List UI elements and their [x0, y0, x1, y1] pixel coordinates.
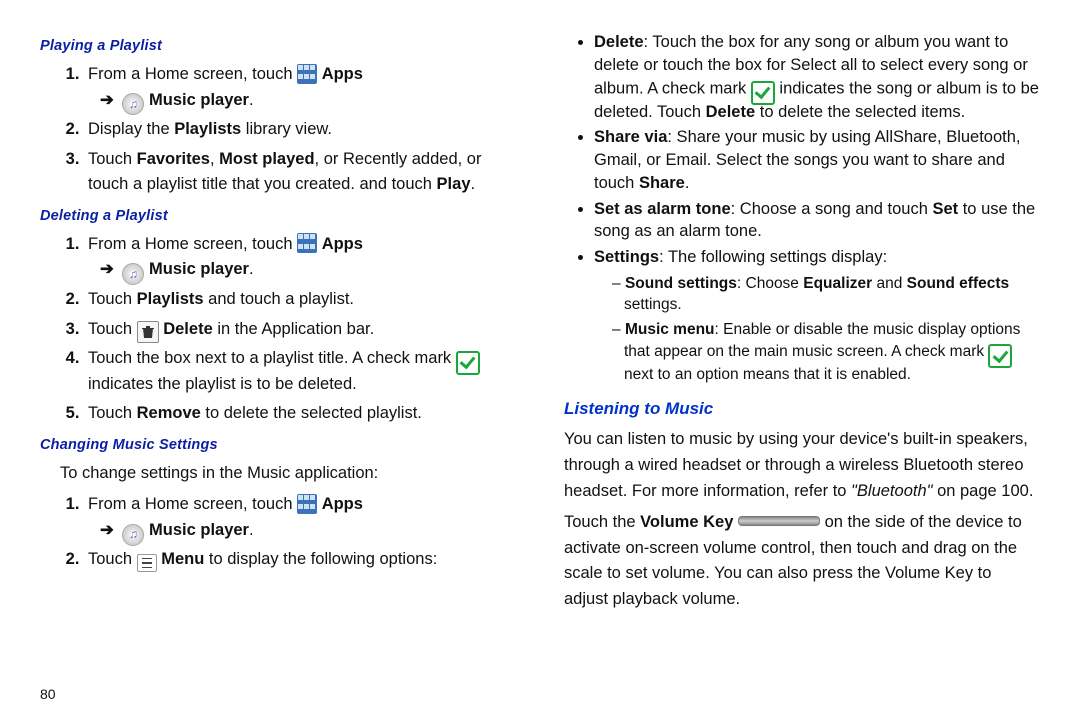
trash-icon — [137, 321, 159, 343]
step: Touch the box next to a playlist title. … — [84, 346, 516, 397]
bullet-settings: Settings: The following settings display… — [594, 246, 1040, 385]
left-column: Playing a Playlist From a Home screen, t… — [40, 28, 516, 618]
heading-listening: Listening to Music — [564, 399, 1040, 419]
arrow-icon: ➔ — [100, 91, 114, 109]
arrow-icon: ➔ — [100, 260, 114, 278]
apps-icon — [297, 494, 317, 514]
step: Touch Remove to delete the selected play… — [84, 401, 516, 427]
music-icon: ♫ — [122, 263, 144, 285]
check-icon — [456, 351, 480, 375]
bullet-alarm: Set as alarm tone: Choose a song and tou… — [594, 198, 1040, 244]
apps-icon — [297, 233, 317, 253]
dash-musicmenu: Music menu: Enable or disable the music … — [612, 319, 1040, 386]
changing-steps: From a Home screen, touch Apps ➔ ♫ Music… — [40, 492, 516, 573]
bullet-delete: Delete: Touch the box for any song or al… — [594, 31, 1040, 123]
step: Touch Favorites, Most played, or Recentl… — [84, 147, 516, 198]
listening-p1: You can listen to music by using your de… — [564, 427, 1040, 504]
check-icon — [988, 344, 1012, 368]
step: Touch Delete in the Application bar. — [84, 317, 516, 343]
changing-intro: To change settings in the Music applicat… — [40, 461, 516, 487]
step: From a Home screen, touch Apps ➔ ♫ Music… — [84, 232, 516, 283]
volume-key-icon — [738, 516, 820, 526]
check-icon — [751, 81, 775, 105]
options-bullets: Delete: Touch the box for any song or al… — [564, 31, 1040, 385]
arrow-icon: ➔ — [100, 521, 114, 539]
heading-deleting: Deleting a Playlist — [40, 208, 516, 224]
apps-icon — [297, 64, 317, 84]
page-number: 80 — [40, 686, 56, 702]
right-column: Delete: Touch the box for any song or al… — [564, 28, 1040, 618]
deleting-steps: From a Home screen, touch Apps ➔ ♫ Music… — [40, 232, 516, 427]
heading-changing: Changing Music Settings — [40, 437, 516, 453]
bullet-share: Share via: Share your music by using All… — [594, 126, 1040, 194]
menu-icon — [137, 554, 157, 572]
dash-sound: Sound settings: Choose Equalizer and Sou… — [612, 273, 1040, 316]
music-icon: ♫ — [122, 524, 144, 546]
heading-playing: Playing a Playlist — [40, 38, 516, 54]
step: Touch Playlists and touch a playlist. — [84, 287, 516, 313]
music-icon: ♫ — [122, 93, 144, 115]
step: From a Home screen, touch Apps ➔ ♫ Music… — [84, 62, 516, 113]
step: From a Home screen, touch Apps ➔ ♫ Music… — [84, 492, 516, 543]
settings-sublist: Sound settings: Choose Equalizer and Sou… — [594, 273, 1040, 386]
playing-steps: From a Home screen, touch Apps ➔ ♫ Music… — [40, 62, 516, 198]
step: Display the Playlists library view. — [84, 117, 516, 143]
listening-p2: Touch the Volume Key on the side of the … — [564, 510, 1040, 612]
step: Touch Menu to display the following opti… — [84, 547, 516, 573]
